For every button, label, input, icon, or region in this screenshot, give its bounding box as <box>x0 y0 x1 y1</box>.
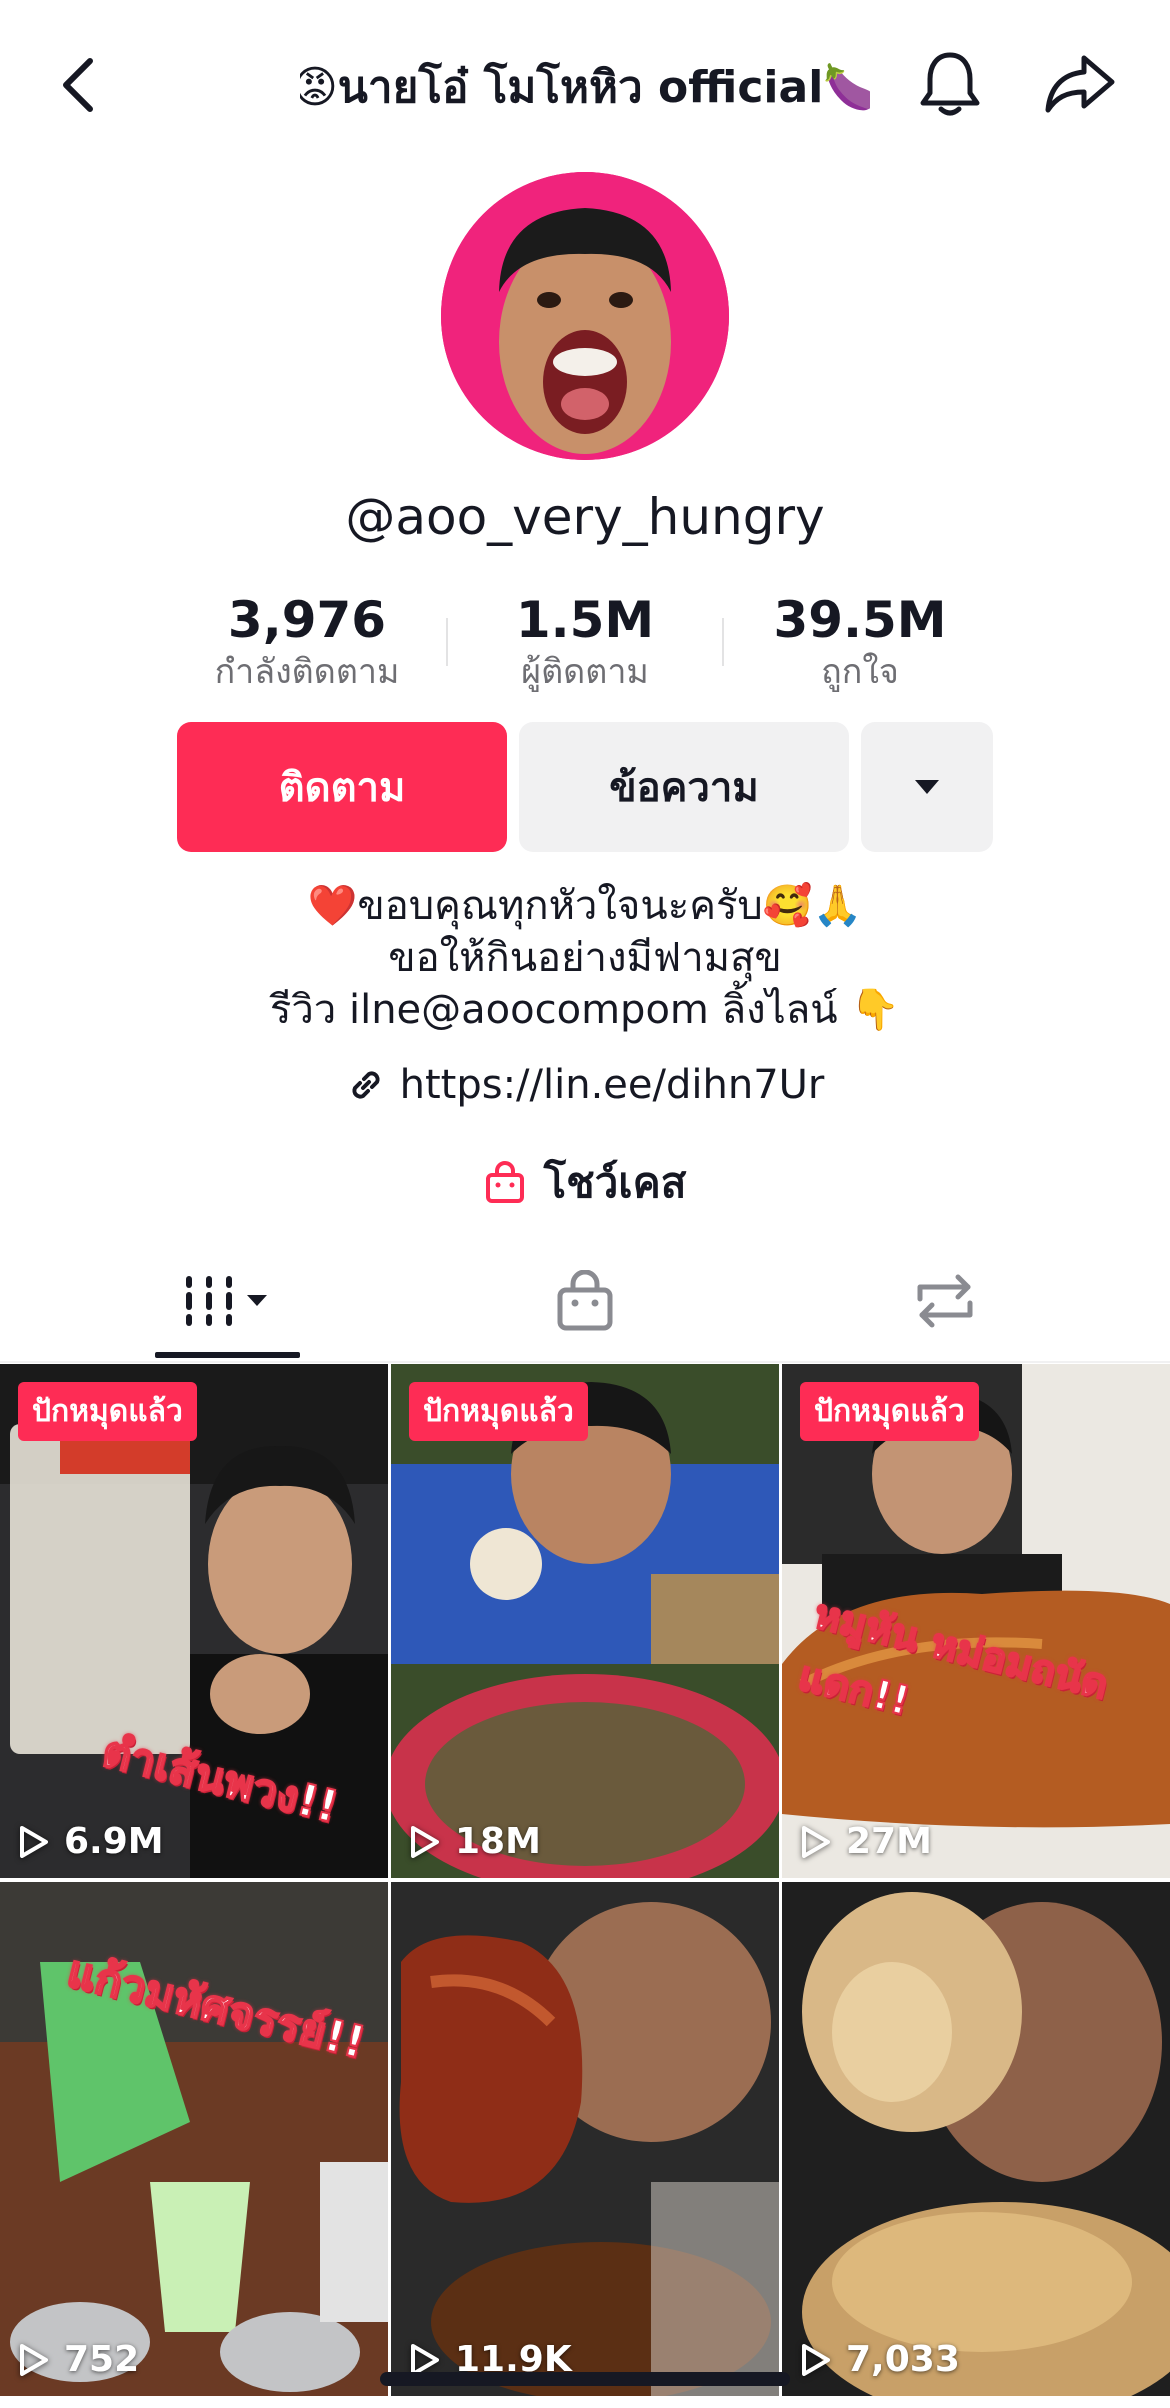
following-count: 3,976 <box>227 591 387 649</box>
shopping-bag-icon <box>485 1161 524 1203</box>
video-thumbnail[interactable]: แก้วมหัศจรรย์!! 752 <box>0 1882 388 2396</box>
video-thumbnail[interactable]: 7,033 <box>782 1882 1170 2396</box>
stat-divider <box>446 618 448 666</box>
thumbnail-image <box>0 1882 388 2396</box>
play-icon <box>411 1825 439 1858</box>
back-button[interactable] <box>48 50 108 120</box>
repost-icon <box>917 1274 973 1328</box>
thumbnail-image <box>782 1882 1170 2396</box>
pinned-badge: ปักหมุดแล้ว <box>18 1382 197 1441</box>
share-arrow-icon <box>1045 55 1115 113</box>
view-count-text: 752 <box>64 2339 140 2380</box>
link-icon <box>352 1071 380 1099</box>
likes-count: 39.5M <box>773 591 947 649</box>
view-count: 18M <box>409 1821 541 1862</box>
notification-bell-button[interactable] <box>910 44 990 124</box>
avatar-face-image <box>441 172 729 460</box>
video-grid: ปักหมุดแล้ว ตำเส้นพวง!! 6.9M ปักหมุดแล้ว… <box>0 1364 1170 2408</box>
view-count: 27M <box>800 1821 932 1862</box>
view-count-text: 27M <box>846 1821 932 1862</box>
likes-label: ถูกใจ <box>821 652 899 692</box>
view-count: 7,033 <box>800 2339 960 2380</box>
video-thumbnail[interactable]: 11.9K <box>391 1882 779 2396</box>
view-count: 752 <box>18 2339 139 2380</box>
showcase-link[interactable]: โชว์เคส <box>0 1150 1170 1216</box>
videos-grid-icon <box>185 1276 267 1326</box>
view-count: 6.9M <box>18 1821 164 1862</box>
play-icon <box>20 1825 48 1858</box>
play-icon <box>20 2343 48 2376</box>
video-thumbnail[interactable]: ปักหมุดแล้ว 18M <box>391 1364 779 1878</box>
bio-line: รีวิว ilne@aoocompom ลิ้งไลน์ 👇 <box>269 987 901 1033</box>
followers-label: ผู้ติดตาม <box>521 652 649 692</box>
following-label: กำลังติดตาม <box>214 652 400 692</box>
message-button[interactable]: ข้อความ <box>519 722 849 852</box>
stat-likes[interactable]: 39.5M ถูกใจ <box>730 590 990 694</box>
shop-bag-icon <box>557 1270 613 1331</box>
thumbnail-image <box>391 1882 779 2396</box>
username: @aoo_very_hungry <box>345 488 825 546</box>
video-thumbnail[interactable]: ปักหมุดแล้ว ตำเส้นพวง!! 6.9M <box>0 1364 388 1878</box>
view-count-text: 18M <box>455 1821 541 1862</box>
pinned-badge: ปักหมุดแล้ว <box>800 1382 979 1441</box>
thumbnail-image <box>391 1364 779 1878</box>
bio-link[interactable]: https://lin.ee/dihn7Ur <box>0 1062 1170 1108</box>
stat-divider <box>722 618 724 666</box>
caret-down-icon <box>915 780 939 794</box>
avatar[interactable] <box>441 172 729 460</box>
content-tabs <box>0 1240 1170 1362</box>
bio-line: ❤️ขอบคุณทุกหัวใจนะครับ🥰🙏 <box>307 883 863 929</box>
bio-line: ขอให้กินอย่างมีฟามสุข <box>388 935 782 981</box>
chevron-left-icon <box>63 58 93 112</box>
video-thumbnail[interactable]: ปักหมุดแล้ว หมูหัน หม่อมถนัดแดก!! 27M <box>782 1364 1170 1878</box>
tab-shop[interactable] <box>510 1240 660 1362</box>
tab-reposts[interactable] <box>870 1240 1020 1362</box>
tab-videos[interactable] <box>155 1240 300 1362</box>
view-count-text: 6.9M <box>64 1821 164 1862</box>
home-indicator[interactable] <box>380 2372 790 2386</box>
bell-icon <box>920 52 980 116</box>
stat-followers[interactable]: 1.5M ผู้ติดตาม <box>455 590 715 694</box>
active-tab-indicator <box>155 1352 300 1358</box>
view-count-text: 7,033 <box>846 2339 960 2380</box>
stat-following[interactable]: 3,976 กำลังติดตาม <box>177 590 437 694</box>
play-icon <box>802 2343 830 2376</box>
bio: ❤️ขอบคุณทุกหัวใจนะครับ🥰🙏 ขอให้กินอย่างมี… <box>0 880 1170 1036</box>
share-button[interactable] <box>1040 44 1120 124</box>
bio-link-text[interactable]: https://lin.ee/dihn7Ur <box>400 1062 825 1108</box>
showcase-label: โชว์เคส <box>543 1158 687 1207</box>
tabs-divider <box>0 1361 1170 1363</box>
pinned-badge: ปักหมุดแล้ว <box>409 1382 588 1441</box>
top-bar: 😡นายโอ๋ โมโหหิว official🍆 <box>0 0 1170 170</box>
profile-title: 😡นายโอ๋ โมโหหิว official🍆 <box>300 62 870 113</box>
play-icon <box>802 1825 830 1858</box>
follow-button[interactable]: ติดตาม <box>177 722 507 852</box>
more-options-button[interactable] <box>861 722 993 852</box>
followers-count: 1.5M <box>515 591 655 649</box>
